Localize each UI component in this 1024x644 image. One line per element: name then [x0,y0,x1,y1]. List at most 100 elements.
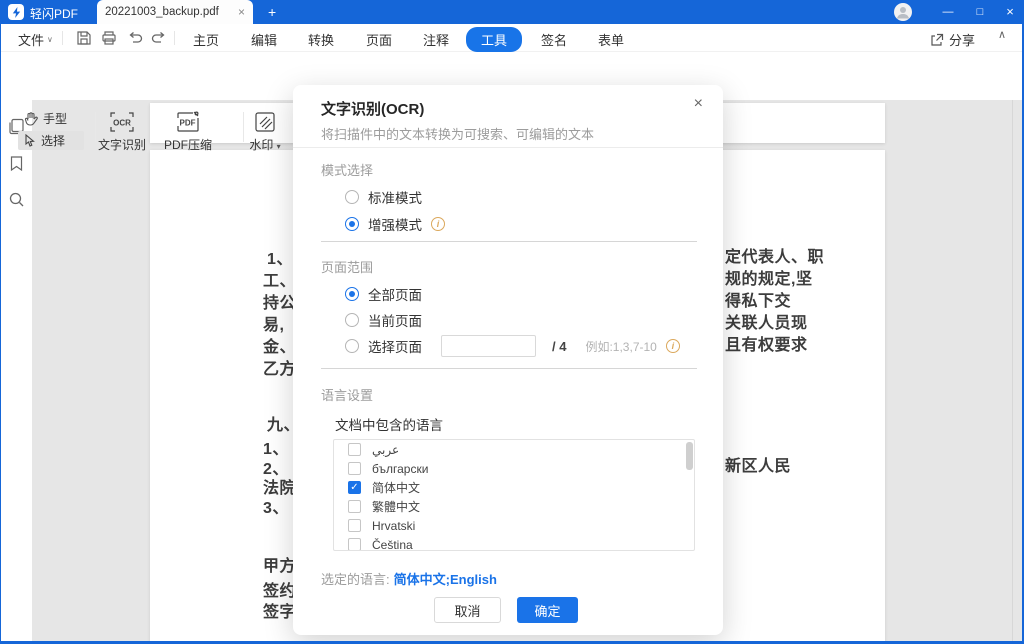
window-border [0,24,1,644]
language-option-czech[interactable]: Čeština [334,535,694,551]
info-icon[interactable]: i [665,339,680,353]
language-label: 简体中文 [372,481,421,495]
tab-home[interactable]: 主页 [193,30,219,49]
user-avatar[interactable] [894,3,912,21]
radio-select-pages[interactable]: 选择页面 / 4 例如:1,3,7-10 i [345,335,680,357]
file-menu-label: 文件 [18,33,45,48]
language-list-scrollbar[interactable] [686,442,693,470]
tab-close-icon[interactable]: × [238,5,245,19]
app-name: 轻闪PDF [30,7,79,21]
language-list[interactable]: عربي български ✓ 简体中文 繁體中文 Hrvatski Češt… [333,439,695,551]
ocr-tool-label: 文字识别 [97,138,146,152]
bookmark-icon[interactable] [8,155,25,172]
radio-standard-label: 标准模式 [368,191,422,206]
radio-icon[interactable] [345,339,359,353]
dialog-title: 文字识别(OCR) [321,101,425,118]
collapse-ribbon-icon[interactable]: ∧ [998,28,1006,41]
radio-checked-icon[interactable] [345,287,359,301]
radio-checked-icon[interactable] [345,217,359,231]
tab-annotate[interactable]: 注释 [423,30,449,49]
chevron-down-icon: ∨ [47,35,53,44]
doc-text: 易, [263,317,285,334]
watermark-icon [255,112,275,132]
tab-form[interactable]: 表单 [598,30,624,49]
divider [293,147,723,148]
pdf-compress-button[interactable]: PDF PDF压缩 [160,110,216,153]
doc-text: 定代表人、职 [725,249,825,266]
tab-edit[interactable]: 编辑 [251,30,277,49]
radio-enhanced-mode[interactable]: 增强模式 i [345,214,445,234]
watermark-label: 水印 ▾ [249,138,281,152]
share-button[interactable]: 分享 [930,30,975,49]
radio-icon[interactable] [345,313,359,327]
language-section-label: 语言设置 [321,388,374,403]
page-range-input[interactable] [441,335,536,357]
svg-text:PDF: PDF [180,119,196,128]
select-tool-active[interactable]: 选择 [18,131,84,150]
doc-text: 工、 [263,273,297,290]
doc-text: 甲方 [263,558,297,575]
radio-enhanced-label: 增强模式 [368,218,422,233]
selected-languages: 选定的语言: 简体中文;English [321,569,497,588]
hand-tool-label: 手型 [43,112,68,126]
dialog-close-icon[interactable]: × [694,95,703,113]
tab-tools-active[interactable]: 工具 [466,27,523,52]
canvas-scrollbar[interactable] [1012,100,1013,644]
doc-text: 3、 [263,500,289,517]
pdf-compress-icon: PDF [177,111,199,132]
radio-current-page-label: 当前页面 [368,314,422,329]
language-label: български [372,461,429,476]
minimize-button[interactable]: — [934,0,962,24]
language-option-bulgarian[interactable]: български [334,459,694,478]
language-label: Čeština [372,537,413,551]
page-range-example: 例如:1,3,7-10 [585,339,657,354]
checkbox-icon[interactable] [348,500,361,513]
range-section-label: 页面范围 [321,260,374,275]
file-menu[interactable]: 文件 ∨ [18,30,53,49]
language-option-arabic[interactable]: عربي [334,440,694,459]
radio-all-pages[interactable]: 全部页面 [345,284,422,304]
save-icon[interactable] [76,30,92,46]
checkbox-checked-icon[interactable]: ✓ [348,481,361,494]
doc-text: 签字 [263,604,297,621]
left-sidebar [0,100,32,644]
checkbox-icon[interactable] [348,443,361,456]
tab-page[interactable]: 页面 [366,30,392,49]
ocr-tool-button[interactable]: OCR 文字识别 [94,110,150,153]
info-icon[interactable]: i [431,217,445,231]
new-tab-button[interactable]: + [268,3,276,21]
svg-text:OCR: OCR [113,119,131,128]
watermark-button[interactable]: 水印 ▾ [240,110,290,153]
selected-languages-value: 简体中文;English [393,572,497,587]
doc-text: 乙方 [263,361,297,378]
hand-tool[interactable]: 手型 [24,110,67,127]
radio-current-page[interactable]: 当前页面 [345,310,422,330]
tab-sign[interactable]: 签名 [541,30,567,49]
radio-standard-mode[interactable]: 标准模式 [345,187,422,207]
cancel-button[interactable]: 取消 [434,597,501,623]
redo-icon[interactable] [151,30,167,46]
app-logo-icon [8,4,24,20]
checkbox-icon[interactable] [348,538,361,550]
hand-icon [24,111,38,126]
doc-text: 1、 [267,251,293,268]
radio-icon[interactable] [345,190,359,204]
language-label: 繁體中文 [372,500,421,514]
checkbox-icon[interactable] [348,519,361,532]
checkbox-icon[interactable] [348,462,361,475]
doc-text: 持公 [263,295,297,312]
confirm-button[interactable]: 确定 [517,597,578,623]
app-window: 轻闪PDF 20221003_backup.pdf × + — □ × 文件 ∨ [0,0,1024,644]
print-icon[interactable] [101,30,117,46]
language-option-croatian[interactable]: Hrvatski [334,516,694,535]
language-label: Hrvatski [372,518,416,533]
search-icon[interactable] [8,191,25,208]
divider [62,31,63,45]
maximize-button[interactable]: □ [966,0,994,24]
document-tab[interactable]: 20221003_backup.pdf × [97,0,253,24]
tab-convert[interactable]: 转换 [308,30,334,49]
window-close-button[interactable]: × [996,0,1024,24]
language-option-simplified-chinese[interactable]: ✓ 简体中文 [334,478,694,497]
undo-icon[interactable] [127,30,143,46]
language-option-traditional-chinese[interactable]: 繁體中文 [334,497,694,516]
